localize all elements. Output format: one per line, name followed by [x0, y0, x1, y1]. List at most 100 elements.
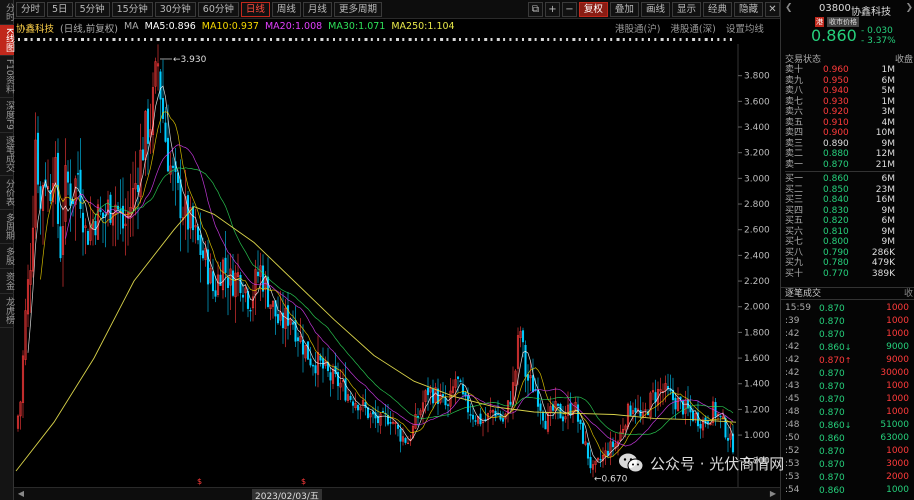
info-dot [414, 38, 417, 41]
tick-list-header[interactable]: 逐笔成交 收 [781, 287, 914, 300]
left-nav-item-7[interactable]: 多股 [0, 244, 14, 270]
tick-volume: 1000 [886, 394, 909, 404]
asks-price: 0.940 [823, 86, 849, 96]
info-dot [18, 38, 20, 41]
toolbar-button-5[interactable]: 隐藏 [733, 2, 763, 17]
left-nav-item-0[interactable]: 分时 [0, 0, 14, 25]
candle-body [416, 416, 420, 418]
toolbar-button-2[interactable]: 画线 [640, 2, 670, 17]
bids-volume: 9M [881, 237, 896, 247]
info-dot [282, 38, 285, 41]
left-nav-item-2[interactable]: F10资料 [0, 56, 14, 98]
bids-price: 0.810 [823, 226, 849, 237]
candle-body [201, 250, 205, 259]
zoom-in-icon[interactable]: + [544, 2, 560, 17]
info-dot [326, 38, 329, 41]
asks-volume: 5M [881, 86, 896, 96]
tick-list-collapse[interactable]: 收 [904, 288, 913, 300]
candle-body [386, 415, 390, 425]
close-icon[interactable]: ✕ [765, 2, 780, 17]
toolbar-button-1[interactable]: 叠加 [609, 2, 639, 17]
left-nav-item-8[interactable]: 资金 [0, 269, 14, 295]
period-tab-5[interactable]: 60分钟 [197, 1, 239, 17]
asks-label: 卖七 [785, 96, 804, 107]
bids-price: 0.860 [823, 174, 849, 184]
candle-body [329, 372, 332, 381]
left-nav-item-5[interactable]: 分价表 [0, 176, 14, 211]
price-tick-label: 3.400 [744, 123, 770, 133]
scroll-left-icon[interactable]: ◀ [16, 489, 26, 499]
link-ma-settings[interactable]: 设置均线 [726, 21, 764, 35]
info-dot [339, 38, 342, 41]
tick-price-value: 0.870 [819, 369, 845, 379]
candle-body [629, 405, 632, 416]
tick-volume: 1000 [886, 381, 909, 391]
bids-volume: 23M [875, 184, 895, 195]
info-dot [446, 38, 449, 41]
tick-time: :53 [785, 472, 800, 482]
period-tab-4[interactable]: 30分钟 [154, 1, 196, 17]
up-arrow-icon: ↑ [844, 356, 852, 365]
candle-body [211, 271, 215, 292]
tick-volume: 3000 [886, 459, 909, 469]
toolbar-button-4[interactable]: 经典 [702, 2, 732, 17]
period-toolbar: 分时 5日 5分钟 15分钟 30分钟 60分钟 日线 周线 月线 更多周期 ⧉ + − 复权 叠加 画线… [14, 0, 780, 19]
left-nav-item-3[interactable]: 深度F9 [0, 98, 14, 134]
tick-time: :48 [785, 407, 800, 417]
candle-body [226, 277, 230, 288]
info-dot [704, 38, 708, 41]
period-tab-7[interactable]: 周线 [271, 1, 301, 17]
prev-stock-icon[interactable]: ❮ [785, 3, 793, 13]
down-arrow-icon: ↓ [844, 343, 852, 352]
period-tab-0[interactable]: 分时 [16, 1, 46, 17]
info-dot [43, 38, 46, 41]
next-stock-icon[interactable]: ❯ [905, 3, 913, 13]
info-dot [370, 38, 373, 41]
info-dot [648, 38, 650, 41]
event-marker[interactable]: $ [301, 477, 306, 486]
left-nav-item-6[interactable]: 多周期 [0, 210, 14, 245]
bids-price: 0.770 [823, 268, 849, 279]
toolbar-right: ⧉ + − 复权 叠加 画线 显示 经典 隐藏 ✕ [526, 2, 780, 17]
period-tab-6[interactable]: 日线 [240, 1, 270, 17]
watermark: 公众号 · 光伏商情网 [618, 452, 784, 474]
scroll-right-icon[interactable]: ▶ [768, 489, 778, 499]
info-dot [654, 38, 657, 41]
period-tab-1[interactable]: 5日 [47, 1, 73, 17]
info-dot [181, 38, 184, 41]
kline-chart[interactable]: 3.800 3.600 3.400 3.200 3.000 2.800 2.600 2.400… [14, 44, 780, 487]
candle-body [539, 403, 542, 411]
event-marker[interactable]: $ [197, 477, 202, 486]
period-buttons: 分时 5日 5分钟 15分钟 30分钟 60分钟 日线 周线 月线 更多周期 [14, 1, 382, 17]
period-tab-3[interactable]: 15分钟 [111, 1, 153, 17]
zoom-out-icon[interactable]: − [561, 2, 577, 17]
date-scroll-bar[interactable]: ◀ 2023/02/03/五 ▶ [14, 487, 780, 500]
toolbar-button-3[interactable]: 显示 [671, 2, 701, 17]
link-sh-connect[interactable]: 港股通(沪) [615, 21, 660, 35]
info-dot [616, 38, 620, 41]
toolbar-icons: ⧉ + − [526, 2, 577, 17]
info-dot [251, 38, 254, 41]
left-nav-item-1[interactable]: K线图 [0, 25, 14, 56]
info-dot [156, 38, 160, 41]
info-dot [717, 38, 720, 41]
period-tab-9[interactable]: 更多周期 [333, 1, 382, 17]
link-sz-connect[interactable]: 港股通(深) [670, 21, 715, 35]
bids-price: 0.800 [823, 237, 849, 247]
period-tab-2[interactable]: 5分钟 [74, 1, 110, 17]
info-dot [578, 38, 581, 41]
info-dot [358, 38, 361, 41]
period-tab-8[interactable]: 月线 [302, 1, 332, 17]
price-tick-label: 1.000 [744, 431, 770, 441]
info-dot [288, 38, 292, 41]
toolbar-button-0[interactable]: 复权 [578, 2, 608, 17]
window-icon[interactable]: ⧉ [527, 2, 543, 17]
left-nav-item-4[interactable]: 逐笔成交 [0, 133, 14, 177]
left-nav-item-9[interactable]: 龙虎榜 [0, 294, 14, 329]
candle-body [466, 395, 470, 413]
candle-body [471, 414, 475, 420]
tick-price-value: 0.860 [819, 486, 845, 496]
asks-row: 卖八 0.940 5M [785, 86, 895, 97]
candle-body [69, 183, 72, 206]
candle-body [199, 234, 202, 256]
